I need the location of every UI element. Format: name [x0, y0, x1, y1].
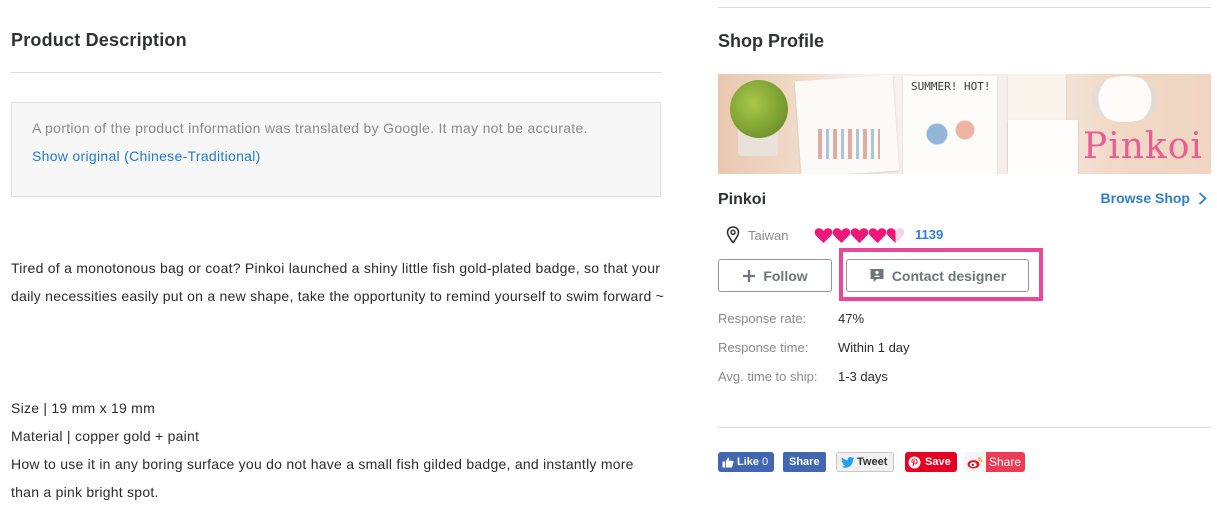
shop-location: Taiwan — [726, 226, 788, 244]
stat-value: 47% — [838, 311, 865, 326]
stat-response-rate: Response rate: 47% — [718, 306, 1018, 335]
description-paragraph: Tired of a monotonous bag or coat? Pinko… — [11, 260, 665, 304]
heart-icon — [814, 228, 833, 244]
banner-illustration — [818, 129, 880, 159]
banner-card — [1008, 120, 1078, 174]
banner-card — [794, 74, 900, 174]
banner-caption: SUMMER! HOT! — [911, 80, 991, 93]
location-text: Taiwan — [748, 227, 789, 243]
pinterest-save-label: Save — [925, 456, 951, 468]
heart-icon — [832, 228, 851, 244]
facebook-share-button[interactable]: Share — [783, 452, 826, 472]
stat-label: Response rate: — [718, 311, 807, 326]
facebook-like-count: 0 — [762, 456, 769, 468]
stat-ship-time: Avg. time to ship: 1-3 days — [718, 364, 1018, 393]
shop-banner-image[interactable]: SUMMER! HOT! Pinkoi — [718, 74, 1211, 174]
shop-name[interactable]: Pinkoi — [718, 191, 766, 209]
shop-stats: Response rate: 47% Response time: Within… — [718, 306, 1018, 393]
stat-value: 1-3 days — [838, 369, 888, 384]
weibo-icon-wrap — [964, 452, 986, 472]
banner-plant — [730, 80, 788, 138]
follow-label: Follow — [763, 267, 808, 284]
heart-icon — [850, 228, 869, 244]
banner-logo: Pinkoi — [1083, 126, 1203, 167]
follow-button[interactable]: Follow — [718, 259, 832, 292]
spec-size: Size | 19 mm x 19 mm — [11, 400, 156, 416]
stat-value: Within 1 day — [838, 340, 910, 355]
shop-profile-section: Shop Profile SUMMER! HOT! Pinkoi Pinkoi … — [718, 0, 1211, 509]
location-pin-icon — [726, 226, 740, 244]
twitter-bird-icon — [841, 456, 855, 468]
tweet-label: Tweet — [857, 456, 888, 468]
translation-notice: A portion of the product information was… — [11, 102, 661, 197]
browse-shop-link[interactable]: Browse Shop — [1101, 190, 1207, 206]
tweet-button[interactable]: Tweet — [836, 452, 895, 472]
spec-material: Material | copper gold + paint — [11, 428, 200, 444]
spec-usage: How to use it in any boring surface you … — [11, 456, 634, 500]
stat-label: Response time: — [718, 340, 809, 355]
divider — [718, 7, 1211, 8]
rating-count-link[interactable]: 1139 — [915, 227, 943, 242]
translation-notice-text: A portion of the product information was… — [32, 120, 588, 136]
product-description-text: Tired of a monotonous bag or coat? Pinko… — [11, 254, 666, 310]
weibo-share-label: Share — [986, 452, 1026, 472]
browse-shop-label: Browse Shop — [1100, 190, 1190, 206]
facebook-like-label: Like — [737, 456, 760, 468]
chevron-right-icon — [1198, 191, 1207, 205]
stat-label: Avg. time to ship: — [718, 369, 818, 384]
rating-hearts — [814, 227, 905, 244]
stat-response-time: Response time: Within 1 day — [718, 335, 1018, 364]
plus-icon — [743, 269, 756, 282]
heart-icon — [868, 228, 887, 244]
pinterest-save-button[interactable]: Save — [905, 452, 957, 472]
half-heart-icon — [886, 228, 905, 244]
product-description-title: Product Description — [11, 30, 187, 50]
show-original-link[interactable]: Show original (Chinese-Traditional) — [32, 142, 640, 170]
weibo-icon — [967, 457, 983, 468]
contact-designer-button[interactable]: Contact designer — [846, 259, 1029, 292]
chat-bubble-icon — [870, 269, 884, 282]
pinterest-icon — [908, 456, 921, 468]
divider — [718, 427, 1211, 428]
banner-glass — [1090, 76, 1160, 122]
divider — [11, 72, 661, 73]
product-specs: Size | 19 mm x 19 mm Material | copper g… — [11, 394, 666, 506]
contact-designer-label: Contact designer — [891, 267, 1007, 284]
weibo-share-button[interactable]: Share — [964, 452, 1026, 472]
banner-illustration — [916, 114, 986, 154]
thumbs-up-icon — [722, 457, 734, 467]
facebook-like-button[interactable]: Like 0 — [718, 452, 775, 472]
shop-profile-title: Shop Profile — [718, 31, 825, 51]
